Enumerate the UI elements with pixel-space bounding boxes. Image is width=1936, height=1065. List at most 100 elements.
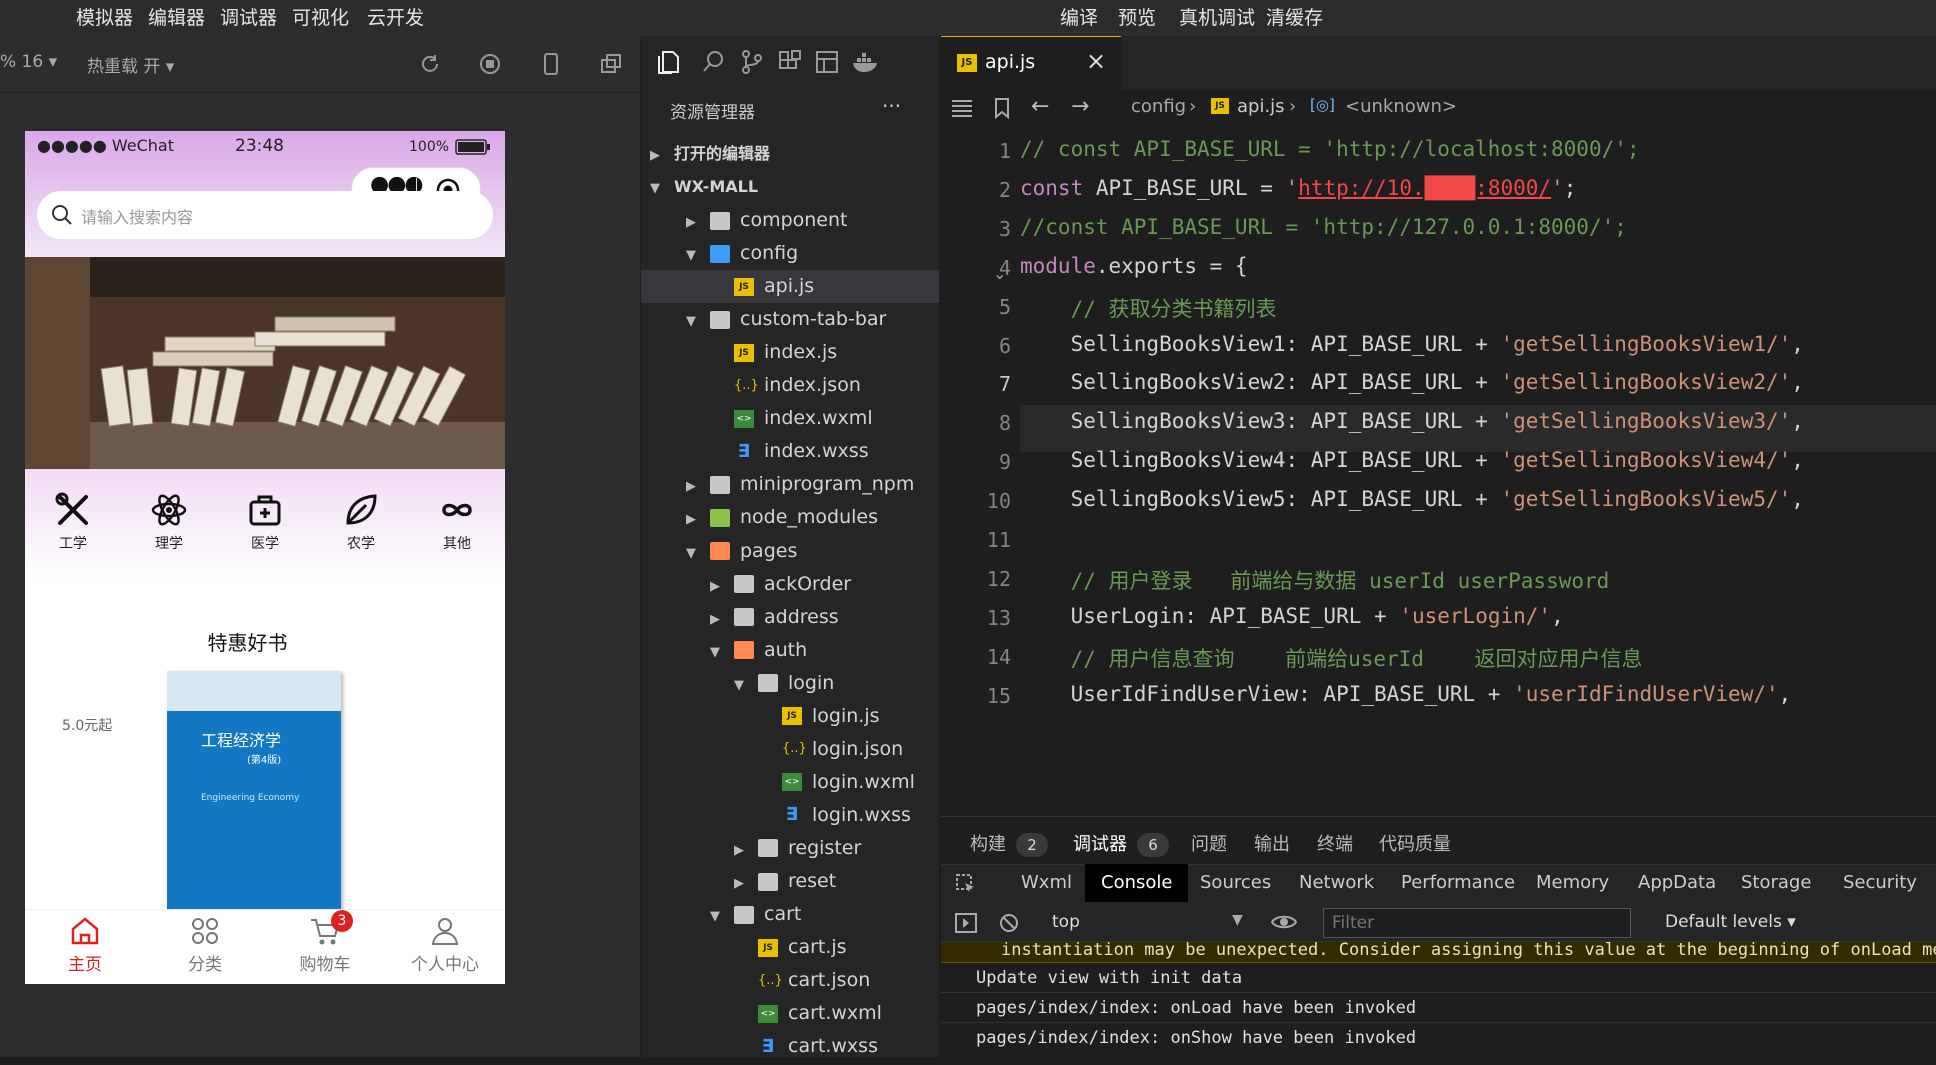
chevron-down-icon[interactable]: ▼ xyxy=(708,636,722,669)
chevron-right-icon[interactable]: ▶ xyxy=(732,834,746,867)
tree-folder-config[interactable]: ▼ config xyxy=(684,237,798,270)
menu-editor[interactable]: 编辑器 xyxy=(148,0,205,36)
log-levels-select[interactable]: Default levels ▾ xyxy=(1665,912,1796,932)
tree-folder-custom-tab-bar[interactable]: ▼ custom-tab-bar xyxy=(684,303,886,336)
extensions-icon[interactable] xyxy=(777,49,803,75)
devtools-tab-wxml[interactable]: Wxml xyxy=(1005,864,1088,902)
devtools-tab-security[interactable]: Security xyxy=(1827,864,1933,902)
tree-folder-cart[interactable]: ▼ cart xyxy=(708,898,801,931)
banner-image[interactable] xyxy=(25,257,505,469)
phone-device-icon[interactable] xyxy=(539,52,563,76)
tree-file-cart-wxml[interactable]: ▶<>cart.wxml xyxy=(732,997,882,1030)
chevron-right-icon[interactable]: ▶ xyxy=(732,867,746,900)
menu-cloud[interactable]: 云开发 xyxy=(367,0,424,36)
category-engineering[interactable]: 工学 xyxy=(25,491,121,553)
devtools-tab-sources[interactable]: Sources xyxy=(1184,864,1287,902)
tree-file-login-wxml[interactable]: ▶<>login.wxml xyxy=(756,766,915,799)
project-section[interactable]: ▼ WX-MALL xyxy=(648,170,758,203)
tree-file-index-wxss[interactable]: ▶∃index.wxss xyxy=(708,435,869,468)
breadcrumb-symbol[interactable]: <unknown> xyxy=(1345,96,1457,117)
tab-category[interactable]: 分类 xyxy=(145,914,265,975)
tree-folder-miniprogram_npm[interactable]: ▶ miniprogram_npm xyxy=(684,468,914,501)
nav-back-icon[interactable]: ← xyxy=(1031,94,1049,119)
refresh-icon[interactable] xyxy=(418,52,442,76)
clear-console-icon[interactable] xyxy=(999,913,1019,933)
category-agriculture[interactable]: 农学 xyxy=(313,491,409,553)
tree-file-cart-js[interactable]: ▶JScart.js xyxy=(732,931,847,964)
devtools-tab-network[interactable]: Network xyxy=(1283,864,1390,902)
book-cover[interactable]: 工程经济学 (第4版) Engineering Economy xyxy=(167,671,341,911)
tree-file-login-json[interactable]: ▶{..}login.json xyxy=(756,733,903,766)
tree-file-login-js[interactable]: ▶JSlogin.js xyxy=(756,700,880,733)
menu-debugger[interactable]: 调试器 xyxy=(220,0,277,36)
tree-folder-node_modules[interactable]: ▶ node_modules xyxy=(684,501,878,534)
devtools-tab-performance[interactable]: Performance xyxy=(1385,864,1531,902)
chevron-right-icon[interactable]: ▶ xyxy=(708,603,722,636)
devtools-tab-appdata[interactable]: AppData xyxy=(1622,864,1732,902)
files-icon[interactable] xyxy=(655,49,681,75)
eye-icon[interactable] xyxy=(1271,913,1297,931)
search-bar[interactable]: 请输入搜索内容 xyxy=(37,191,493,239)
chevron-down-icon[interactable]: ▼ xyxy=(684,537,698,570)
tree-folder-ackOrder[interactable]: ▶ ackOrder xyxy=(708,568,851,601)
chevron-right-icon[interactable]: ▶ xyxy=(684,470,698,503)
panel-tab-code-quality[interactable]: 代码质量 xyxy=(1379,830,1451,856)
code-line[interactable]: SellingBooksView5: API_BASE_URL + 'getSe… xyxy=(1020,487,1804,511)
tree-file-cart-wxss[interactable]: ▶∃cart.wxss xyxy=(732,1030,878,1063)
category-other[interactable]: 其他 xyxy=(409,491,505,553)
chevron-right-icon[interactable]: ▶ xyxy=(684,206,698,239)
tree-folder-register[interactable]: ▶ register xyxy=(732,832,861,865)
tab-cart[interactable]: 购物车 3 xyxy=(265,910,385,975)
code-line[interactable]: SellingBooksView2: API_BASE_URL + 'getSe… xyxy=(1020,370,1804,394)
tree-folder-component[interactable]: ▶ component xyxy=(684,204,848,237)
nav-forward-icon[interactable]: → xyxy=(1071,94,1089,119)
detach-window-icon[interactable] xyxy=(599,52,623,76)
tab-profile[interactable]: 个人中心 xyxy=(385,914,505,975)
menu-real-device-debug[interactable]: 真机调试 xyxy=(1179,0,1255,36)
menu-clear-cache[interactable]: 清缓存 xyxy=(1266,0,1323,36)
menu-visualize[interactable]: 可视化 xyxy=(292,0,349,36)
chevron-down-icon[interactable]: ▼ xyxy=(684,305,698,338)
chevron-down-icon[interactable]: ▼ xyxy=(708,900,722,933)
tree-folder-auth[interactable]: ▼ auth xyxy=(708,634,807,667)
tree-folder-login[interactable]: ▼ login xyxy=(732,667,834,700)
tree-file-index-wxml[interactable]: ▶<>index.wxml xyxy=(708,402,873,435)
chevron-down-icon[interactable]: ▼ xyxy=(684,239,698,272)
tree-file-index-json[interactable]: ▶{..}index.json xyxy=(708,369,861,402)
code-line[interactable]: // 用户登录 前端给与数据 userId userPassword xyxy=(1020,565,1610,595)
code-line[interactable]: SellingBooksView3: API_BASE_URL + 'getSe… xyxy=(1020,409,1804,433)
devtools-tab-console[interactable]: Console xyxy=(1085,864,1189,902)
search-icon[interactable] xyxy=(701,49,727,75)
code-line[interactable]: UserLogin: API_BASE_URL + 'userLogin/', xyxy=(1020,604,1564,628)
code-line[interactable]: SellingBooksView1: API_BASE_URL + 'getSe… xyxy=(1020,332,1804,356)
menu-preview[interactable]: 预览 xyxy=(1118,0,1156,36)
explorer-more-button[interactable]: ··· xyxy=(882,94,901,118)
tree-folder-address[interactable]: ▶ address xyxy=(708,601,839,634)
panel-tab-output[interactable]: 输出 xyxy=(1254,830,1290,856)
tree-file-api-js[interactable]: ▶JSapi.js xyxy=(641,270,939,304)
docker-icon[interactable] xyxy=(851,49,881,75)
close-tab-icon[interactable]: × xyxy=(1086,47,1106,75)
code-line[interactable]: // 获取分类书籍列表 xyxy=(1020,293,1277,323)
source-control-icon[interactable] xyxy=(739,49,765,75)
inspect-element-icon[interactable] xyxy=(955,873,977,895)
list-icon[interactable] xyxy=(951,99,973,117)
menu-simulator[interactable]: 模拟器 xyxy=(76,0,133,36)
panel-tab-build[interactable]: 构建 2 xyxy=(970,830,1048,857)
tree-file-cart-json[interactable]: ▶{..}cart.json xyxy=(732,964,870,997)
open-editors-section[interactable]: ▶ 打开的编辑器 xyxy=(648,137,770,170)
tree-file-login-wxss[interactable]: ▶∃login.wxss xyxy=(756,799,911,832)
chevron-right-icon[interactable]: ▶ xyxy=(684,503,698,536)
tree-folder-pages[interactable]: ▼ pages xyxy=(684,535,797,568)
code-line[interactable]: SellingBooksView4: API_BASE_URL + 'getSe… xyxy=(1020,448,1804,472)
category-science[interactable]: 理学 xyxy=(121,491,217,553)
devtools-tab-memory[interactable]: Memory xyxy=(1520,864,1625,902)
code-line[interactable]: // 用户信息查询 前端给userId 返回对应用户信息 xyxy=(1020,643,1643,673)
tab-home[interactable]: 主页 xyxy=(25,914,145,975)
layout-icon[interactable] xyxy=(814,49,840,75)
context-select[interactable]: top ▼ xyxy=(1046,906,1246,938)
tree-folder-reset[interactable]: ▶ reset xyxy=(732,865,836,898)
bookmark-icon[interactable] xyxy=(993,97,1011,119)
menu-compile[interactable]: 编译 xyxy=(1060,0,1098,36)
panel-tab-problems[interactable]: 问题 xyxy=(1191,830,1227,856)
